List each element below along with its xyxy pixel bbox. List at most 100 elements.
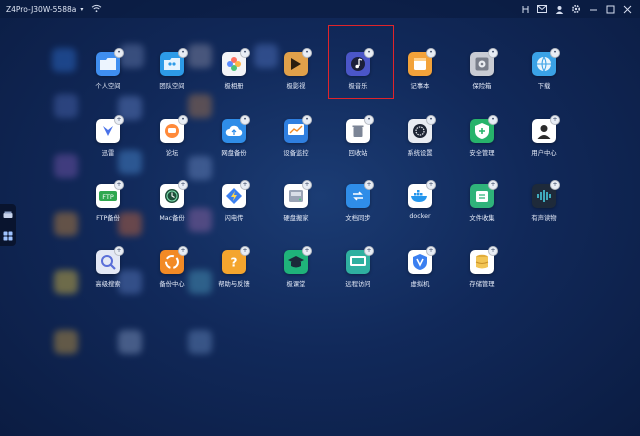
app-tile[interactable]: FTP + FTP备份 — [80, 176, 136, 238]
app-tile[interactable]: + 有声读物 — [516, 176, 572, 238]
minimize-icon[interactable] — [588, 4, 598, 14]
app-tile[interactable]: ? + 帮助与反馈 — [206, 242, 262, 304]
add-badge-icon: + — [364, 246, 374, 256]
app-label: 文件收集 — [469, 215, 495, 222]
app-label: 记事本 — [410, 83, 430, 90]
app-tile[interactable]: + 硬盘搬家 — [268, 176, 324, 238]
pin-icon[interactable] — [520, 4, 530, 14]
lock-badge-icon: • — [240, 115, 250, 125]
app-tile[interactable]: • 回收站 — [330, 111, 386, 173]
add-badge-icon: + — [488, 180, 498, 190]
folder-icon: • — [96, 48, 124, 76]
download-globe-icon: • — [532, 48, 560, 76]
app-tile[interactable]: • 保险箱 — [454, 44, 510, 106]
app-tile[interactable]: + 虚拟机 — [392, 242, 448, 304]
storage-icon: + — [470, 246, 498, 274]
app-label: 高级搜索 — [95, 281, 121, 288]
video-icon: • — [284, 48, 312, 76]
add-badge-icon: + — [114, 180, 124, 190]
chevron-down-icon[interactable]: ▾ — [80, 6, 83, 13]
notepad-icon: • — [408, 48, 436, 76]
safe-icon: • — [470, 48, 498, 76]
left-dock — [0, 204, 16, 246]
gear-icon[interactable] — [571, 4, 581, 14]
app-tile[interactable]: • 团队空间 — [144, 44, 200, 106]
monitor-chart-icon: • — [284, 115, 312, 143]
app-tile[interactable]: + 闪电传 — [206, 176, 262, 238]
app-tile[interactable]: + 极课堂 — [268, 242, 324, 304]
trash-icon: • — [346, 115, 374, 143]
app-tile[interactable]: + 用户中心 — [516, 111, 572, 173]
disk-move-icon: + — [284, 180, 312, 208]
lock-badge-icon: • — [178, 115, 188, 125]
add-badge-icon: + — [302, 180, 312, 190]
apps-grid-icon[interactable] — [3, 231, 13, 241]
app-tile[interactable]: + docker — [392, 176, 448, 238]
app-label: 远程访问 — [345, 281, 371, 288]
ftp-icon: FTP + — [96, 180, 124, 208]
lock-badge-icon: • — [114, 48, 124, 58]
file-collect-icon: + — [470, 180, 498, 208]
add-badge-icon: + — [178, 180, 188, 190]
app-tile[interactable]: + 存储管理 — [454, 242, 510, 304]
drive-icon[interactable] — [3, 210, 13, 220]
flash-transfer-icon: + — [222, 180, 250, 208]
sync-icon: + — [346, 180, 374, 208]
app-tile[interactable]: + 文档同步 — [330, 176, 386, 238]
app-tile[interactable]: • 记事本 — [392, 44, 448, 106]
time-machine-icon: + — [160, 180, 188, 208]
app-tile[interactable]: • 下载 — [516, 44, 572, 106]
app-tile[interactable]: + 文件收集 — [454, 176, 510, 238]
svg-text:FTP: FTP — [102, 193, 114, 201]
app-label: 硬盘搬家 — [283, 215, 309, 222]
user-center-icon: + — [532, 115, 560, 143]
app-label: 保险箱 — [472, 83, 492, 90]
app-tile[interactable]: + 高级搜索 — [80, 242, 136, 304]
app-label: 闪电传 — [224, 215, 244, 222]
app-tile[interactable]: • 安全管理 — [454, 111, 510, 173]
app-tile[interactable]: • 论坛 — [144, 111, 200, 173]
photos-icon: • — [222, 48, 250, 76]
maximize-icon[interactable] — [605, 4, 615, 14]
add-badge-icon: + — [488, 246, 498, 256]
device-name[interactable]: Z4Pro-J30W-5588a — [6, 5, 76, 14]
add-badge-icon: + — [240, 246, 250, 256]
team-folder-icon: • — [160, 48, 188, 76]
docker-icon: + — [408, 180, 436, 208]
app-tile[interactable]: + 远程访问 — [330, 242, 386, 304]
app-tile[interactable]: + Mac备份 — [144, 176, 200, 238]
app-label: 极相册 — [224, 83, 244, 90]
close-icon[interactable] — [622, 4, 632, 14]
cloud-backup-icon: • — [222, 115, 250, 143]
lock-badge-icon: • — [426, 48, 436, 58]
app-label: 虚拟机 — [410, 281, 430, 288]
app-tile[interactable]: • 个人空间 — [80, 44, 136, 106]
add-badge-icon: + — [114, 246, 124, 256]
app-tile[interactable]: • 网盘备份 — [206, 111, 262, 173]
app-label: 帮助与反馈 — [218, 281, 250, 288]
app-label: 个人空间 — [95, 83, 121, 90]
forum-icon: • — [160, 115, 188, 143]
app-tile[interactable]: + 迅雷 — [80, 111, 136, 173]
user-icon[interactable] — [554, 4, 564, 14]
app-tile[interactable]: • 设备监控 — [268, 111, 324, 173]
lock-badge-icon: • — [302, 48, 312, 58]
app-tile[interactable]: + 备份中心 — [144, 242, 200, 304]
lock-badge-icon: • — [550, 48, 560, 58]
app-tile[interactable]: • 极影视 — [268, 44, 324, 106]
lock-badge-icon: • — [240, 48, 250, 58]
app-label: 文档同步 — [345, 215, 371, 222]
vm-icon: + — [408, 246, 436, 274]
app-label: 安全管理 — [469, 150, 495, 157]
app-label: 极课堂 — [286, 281, 306, 288]
lock-badge-icon: • — [302, 115, 312, 125]
mail-icon[interactable] — [537, 4, 547, 14]
app-label: docker — [409, 213, 431, 220]
app-tile[interactable]: • 极相册 — [206, 44, 262, 106]
app-label: 网盘备份 — [221, 150, 247, 157]
add-badge-icon: + — [550, 180, 560, 190]
app-label: 存储管理 — [469, 281, 495, 288]
app-tile[interactable]: • 系统设置 — [392, 111, 448, 173]
search-icon: + — [96, 246, 124, 274]
help-icon: ? + — [222, 246, 250, 274]
